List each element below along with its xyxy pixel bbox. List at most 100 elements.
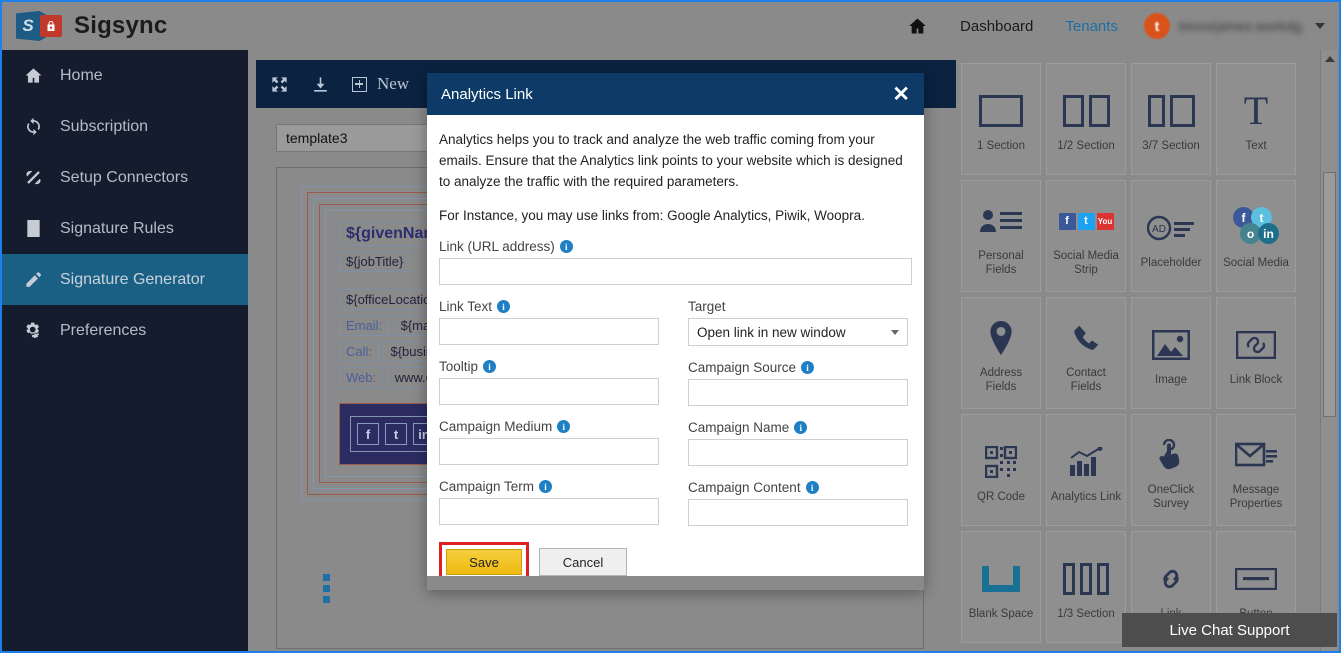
resize-handle[interactable]	[323, 585, 330, 592]
info-icon[interactable]: i	[794, 421, 808, 434]
widget-oneclick-survey[interactable]: OneClick Survey	[1131, 414, 1211, 526]
map-pin-icon	[988, 312, 1014, 364]
close-icon[interactable]: ✕	[892, 84, 910, 105]
dialog-footer-strip	[427, 576, 924, 590]
home-icon[interactable]	[891, 2, 944, 50]
widget-label: 1/3 Section	[1057, 608, 1115, 620]
nav-dashboard[interactable]: Dashboard	[944, 2, 1049, 50]
home-icon	[24, 66, 54, 85]
sidebar-item-preferences[interactable]: Preferences	[2, 305, 248, 356]
field-label-text: Campaign Source	[688, 360, 797, 375]
link-text-input[interactable]	[439, 318, 659, 345]
page-scrollbar[interactable]	[1320, 50, 1337, 651]
user-menu[interactable]: t trevorjames.workdg.	[1134, 13, 1325, 39]
field-label-text: Campaign Term	[439, 479, 535, 494]
social-media-strip-icon: f t You	[1058, 195, 1114, 247]
widget-label: Message Properties	[1229, 484, 1283, 510]
info-icon[interactable]: i	[539, 480, 553, 493]
application-window: S Sigsync Dashboard Tenants t trevorjame…	[0, 0, 1341, 653]
sidebar-item-signature-rules[interactable]: Signature Rules	[2, 203, 248, 254]
campaign-content-input[interactable]	[688, 499, 908, 526]
widget-qr-code[interactable]: QR Code	[961, 414, 1041, 526]
campaign-term-input[interactable]	[439, 498, 659, 525]
sidebar-item-setup-connectors[interactable]: Setup Connectors	[2, 152, 248, 203]
twitter-icon[interactable]: t	[385, 423, 407, 445]
info-icon[interactable]: i	[801, 361, 815, 374]
info-icon[interactable]: i	[805, 481, 819, 494]
campaign-medium-input[interactable]	[439, 438, 659, 465]
sidebar: Home Subscription Setup Connectors Signa…	[2, 50, 248, 651]
text-icon: T	[1243, 88, 1269, 133]
save-button[interactable]: Save	[446, 549, 522, 575]
field-label-text: Campaign Name	[688, 420, 790, 435]
live-chat-support-button[interactable]: Live Chat Support	[1122, 613, 1337, 647]
field-label: Tooltip i	[439, 359, 659, 374]
widget-half-section[interactable]: 1/2 Section	[1046, 63, 1126, 175]
widget-analytics-link[interactable]: Analytics Link	[1046, 414, 1126, 526]
widget-third-section[interactable]: 1/3 Section	[1046, 531, 1126, 643]
widget-address-fields[interactable]: Address Fields	[961, 297, 1041, 409]
widget-1-section[interactable]: 1 Section	[961, 63, 1041, 175]
scroll-up-arrow-icon[interactable]	[1325, 56, 1335, 62]
download-icon[interactable]	[311, 75, 330, 94]
widget-link-block[interactable]: Link Block	[1216, 297, 1296, 409]
cancel-button[interactable]: Cancel	[539, 548, 627, 576]
info-icon[interactable]: i	[557, 420, 571, 433]
field-target: Target Open link in new window	[688, 299, 908, 346]
field-label: Campaign Medium i	[439, 419, 659, 434]
blank-space-icon	[982, 553, 1020, 605]
image-icon	[1152, 319, 1190, 371]
campaign-source-input[interactable]	[688, 379, 908, 406]
button-icon	[1235, 553, 1277, 605]
resize-handle[interactable]	[323, 596, 330, 603]
resize-handles[interactable]	[323, 574, 330, 607]
social-media-icon: f t o in	[1233, 202, 1279, 254]
fields-column-right: Target Open link in new window Campaign …	[688, 299, 908, 540]
link-block-icon	[1236, 319, 1276, 371]
placeholder-icon: AD	[1147, 202, 1195, 254]
facebook-icon[interactable]: f	[357, 423, 379, 445]
signature-job-title[interactable]: ${jobTitle}	[339, 251, 411, 272]
expand-icon[interactable]	[270, 75, 289, 94]
target-select[interactable]: Open link in new window	[688, 318, 908, 346]
third-section-icon	[1063, 553, 1109, 605]
nav-tenants[interactable]: Tenants	[1049, 2, 1134, 50]
widget-image[interactable]: Image	[1131, 297, 1211, 409]
widget-contact-fields[interactable]: Contact Fields	[1046, 297, 1126, 409]
dialog-title: Analytics Link	[441, 85, 533, 103]
field-link-url: Link (URL address) i	[439, 239, 912, 285]
info-icon[interactable]: i	[483, 360, 497, 373]
widget-three-seven-section[interactable]: 3/7 Section	[1131, 63, 1211, 175]
document-icon	[24, 219, 54, 238]
info-icon[interactable]: i	[559, 240, 573, 253]
sidebar-item-home[interactable]: Home	[2, 50, 248, 101]
info-icon[interactable]: i	[497, 300, 511, 313]
dialog-body: Analytics helps you to track and analyze…	[427, 115, 924, 592]
sidebar-item-label: Home	[60, 66, 103, 84]
refresh-icon	[24, 117, 54, 136]
link-url-input[interactable]	[439, 258, 912, 285]
widget-social-media-strip[interactable]: f t You Social Media Strip	[1046, 180, 1126, 292]
widget-text[interactable]: T Text	[1216, 63, 1296, 175]
widget-social-media[interactable]: f t o in Social Media	[1216, 180, 1296, 292]
field-label-text: Link Text	[439, 299, 493, 314]
widget-label: Personal Fields	[978, 250, 1024, 276]
field-label: Link Text i	[439, 299, 659, 314]
campaign-name-input[interactable]	[688, 439, 908, 466]
dialog-header: Analytics Link ✕	[427, 73, 924, 115]
resize-handle[interactable]	[323, 574, 330, 581]
field-label: Campaign Term i	[439, 479, 659, 494]
widget-personal-fields[interactable]: Personal Fields	[961, 180, 1041, 292]
tooltip-input[interactable]	[439, 378, 659, 405]
widget-blank-space[interactable]: Blank Space	[961, 531, 1041, 643]
scrollbar-thumb[interactable]	[1323, 172, 1336, 417]
field-campaign-content: Campaign Content i	[688, 480, 908, 526]
sidebar-item-label: Signature Generator	[60, 270, 205, 288]
sidebar-item-signature-generator[interactable]: Signature Generator	[2, 254, 248, 305]
widget-placeholder[interactable]: AD Placeholder	[1131, 180, 1211, 292]
sidebar-item-subscription[interactable]: Subscription	[2, 101, 248, 152]
widget-message-properties[interactable]: Message Properties	[1216, 414, 1296, 526]
field-tooltip: Tooltip i	[439, 359, 659, 405]
sidebar-item-label: Subscription	[60, 117, 149, 135]
new-button[interactable]: New	[352, 74, 409, 94]
